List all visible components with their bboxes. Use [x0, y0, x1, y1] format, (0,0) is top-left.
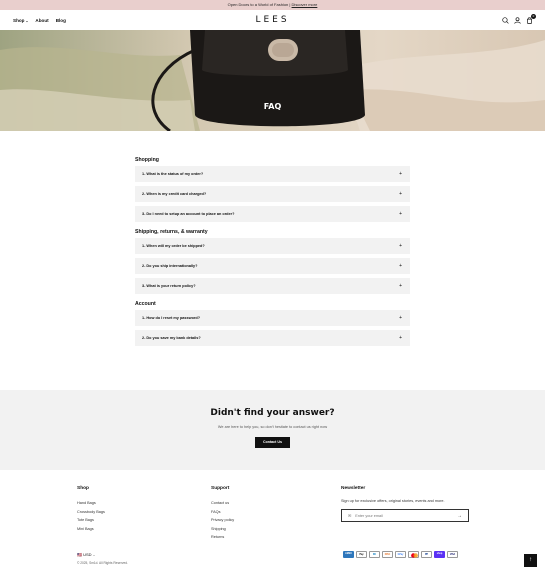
chevron-down-icon: ⌄	[92, 553, 96, 557]
diners-club-icon: DC	[369, 551, 380, 558]
announcement-text: Open Doors to a World of Fashion |	[227, 2, 291, 7]
plus-icon: +	[399, 211, 402, 217]
site-logo[interactable]: LEES	[0, 10, 545, 30]
footer-heading: Support	[211, 486, 230, 491]
newsletter-description: Sign up for exclusive offers, original s…	[341, 499, 445, 503]
contact-cta: Didn't find your answer? We are here to …	[0, 390, 545, 470]
plus-icon: +	[399, 243, 402, 249]
discover-more-link[interactable]: Discover more	[292, 2, 318, 7]
footer-support-column: Support Contact us FAQs Privacy policy S…	[211, 486, 234, 542]
discover-icon: DISC	[382, 551, 393, 558]
site-footer: Shop Hand Bags Crossbody Bags Tote Bags …	[0, 470, 545, 581]
cart-count-badge: 0	[531, 13, 536, 19]
payment-icons: AMEX Pay DC DISC GPay PP shop VISA	[343, 551, 458, 558]
mastercard-icon	[408, 551, 419, 558]
amex-icon: AMEX	[343, 551, 354, 558]
plus-icon: +	[399, 283, 402, 289]
flag-icon: 🇺🇸	[77, 552, 82, 557]
faq-section-title: Shopping	[135, 157, 159, 163]
email-field[interactable]: ✉ Enter your email →	[341, 509, 469, 522]
footer-heading: Newsletter	[341, 486, 366, 491]
search-icon[interactable]	[502, 16, 509, 24]
plus-icon: +	[399, 191, 402, 197]
hero-image	[0, 30, 545, 131]
cart-icon[interactable]: 0	[526, 13, 536, 24]
faq-question[interactable]: 2- Do you ship internationally? +	[135, 258, 410, 274]
faq-list: Shopping 1- What is the status of my ord…	[135, 154, 410, 350]
announcement-bar: Open Doors to a World of Fashion | Disco…	[0, 0, 545, 10]
mail-icon: ✉	[348, 514, 352, 518]
user-icon[interactable]	[514, 16, 521, 24]
footer-link[interactable]: Mini Bags	[77, 525, 105, 534]
footer-link[interactable]: Shipping	[211, 525, 234, 534]
footer-shop-column: Shop Hand Bags Crossbody Bags Tote Bags …	[77, 486, 105, 533]
faq-question[interactable]: 3- Do I need to setup an account to plac…	[135, 206, 410, 222]
page-title: FAQ	[263, 102, 282, 111]
arrow-right-icon[interactable]: →	[457, 513, 462, 519]
faq-section-title: Account	[135, 301, 156, 307]
plus-icon: +	[399, 263, 402, 269]
paypal-icon: PP	[421, 551, 432, 558]
currency-selector[interactable]: 🇺🇸 USD ⌄	[77, 552, 95, 557]
visa-icon: VISA	[447, 551, 458, 558]
footer-link[interactable]: Privacy policy	[211, 516, 234, 525]
google-pay-icon: GPay	[395, 551, 406, 558]
plus-icon: +	[399, 335, 402, 341]
faq-question[interactable]: 2- Do you save my bank details? +	[135, 330, 410, 346]
faq-question[interactable]: 1- How do I reset my password? +	[135, 310, 410, 326]
faq-question[interactable]: 1- When will my order be shipped? +	[135, 238, 410, 254]
faq-section-title: Shipping, returns, & warranty	[135, 229, 208, 235]
header-icons: 0	[502, 10, 536, 30]
scroll-to-top-button[interactable]: ↑	[524, 554, 537, 567]
footer-link[interactable]: Returns	[211, 533, 234, 542]
plus-icon: +	[399, 315, 402, 321]
email-placeholder: Enter your email	[355, 513, 383, 518]
footer-link[interactable]: Contact us	[211, 499, 234, 508]
site-header: Shop⌄ About Blog LEES 0	[0, 10, 545, 30]
apple-pay-icon: Pay	[356, 551, 367, 558]
footer-link[interactable]: Crossbody Bags	[77, 508, 105, 517]
footer-newsletter-column: Newsletter Sign up for exclusive offers,…	[341, 486, 469, 522]
hero-banner: FAQ	[0, 30, 545, 131]
footer-link[interactable]: FAQs	[211, 508, 234, 517]
footer-link[interactable]: Tote Bags	[77, 516, 105, 525]
footer-heading: Shop	[77, 486, 89, 491]
faq-question[interactable]: 2- When is my credit card charged? +	[135, 186, 410, 202]
cta-title: Didn't find your answer?	[210, 408, 335, 418]
faq-question[interactable]: 1- What is the status of my order? +	[135, 166, 410, 182]
footer-link[interactable]: Hand Bags	[77, 499, 105, 508]
cta-subtitle: We are here to help you, so don't hesita…	[217, 425, 328, 429]
shop-pay-icon: shop	[434, 551, 445, 558]
faq-question[interactable]: 3- What is your return policy? +	[135, 278, 410, 294]
contact-us-button[interactable]: Contact Us	[255, 437, 290, 448]
plus-icon: +	[399, 171, 402, 177]
copyright: © 2025, Sm1d. All Rights Reserved.	[77, 561, 128, 565]
